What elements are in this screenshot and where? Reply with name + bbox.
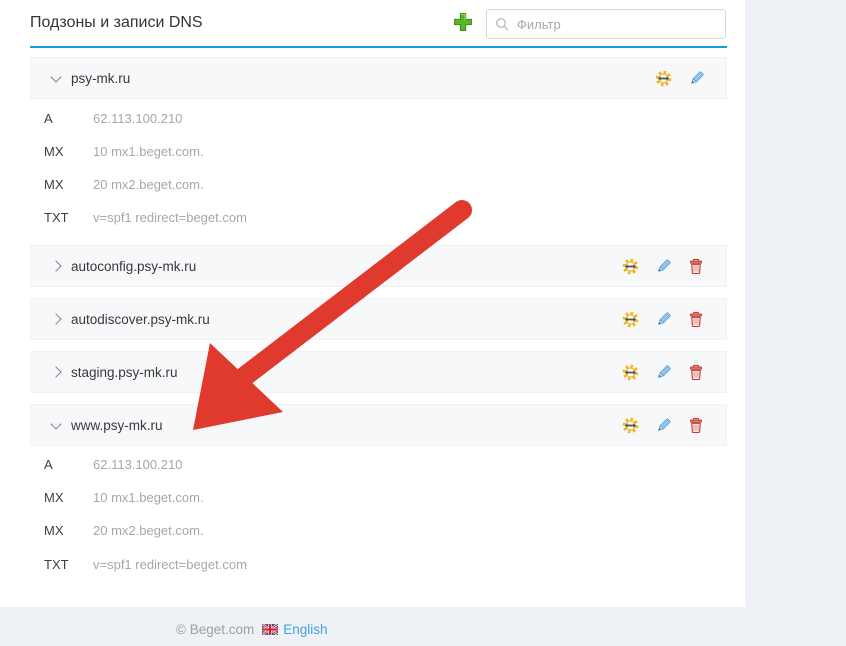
- pencil-icon[interactable]: [688, 70, 705, 87]
- record-type: MX: [44, 144, 93, 159]
- footer: [0, 607, 846, 646]
- chevron-right-icon: [50, 260, 61, 271]
- filter-box[interactable]: [486, 9, 726, 39]
- uk-flag-icon: [262, 624, 278, 635]
- trash-icon[interactable]: [688, 311, 705, 328]
- record-value: 20 mx2.beget.com.: [93, 523, 204, 538]
- record-value: 62.113.100.210: [93, 111, 182, 126]
- chevron-down-icon: [50, 418, 61, 429]
- zone-name: staging.psy-mk.ru: [71, 365, 178, 380]
- header-divider: [30, 46, 727, 48]
- plus-icon: [453, 12, 473, 32]
- zone-row-autodiscover[interactable]: autodiscover.psy-mk.ru: [30, 298, 727, 340]
- copyright-text: © Beget.com: [176, 622, 254, 637]
- zone-row-psy-mk-ru[interactable]: psy-mk.ru: [30, 57, 727, 99]
- dns-record-row: MX 10 mx1.beget.com.: [44, 487, 204, 507]
- zone-name: autodiscover.psy-mk.ru: [71, 312, 210, 327]
- record-type: A: [44, 457, 93, 472]
- pencil-icon[interactable]: [655, 364, 672, 381]
- chevron-right-icon: [50, 366, 61, 377]
- dns-record-row: MX 10 mx1.beget.com.: [44, 141, 204, 161]
- gear-icon[interactable]: [622, 311, 639, 328]
- gear-icon[interactable]: [622, 417, 639, 434]
- record-value: 62.113.100.210: [93, 457, 182, 472]
- page-title: Подзоны и записи DNS: [30, 14, 203, 32]
- zone-name: autoconfig.psy-mk.ru: [71, 259, 196, 274]
- zone-row-www[interactable]: www.psy-mk.ru: [30, 404, 727, 446]
- pencil-icon[interactable]: [655, 311, 672, 328]
- record-type: A: [44, 111, 93, 126]
- chevron-down-icon: [50, 71, 61, 82]
- zone-name: psy-mk.ru: [71, 71, 130, 86]
- trash-icon[interactable]: [688, 364, 705, 381]
- gear-icon[interactable]: [655, 70, 672, 87]
- gear-icon[interactable]: [622, 364, 639, 381]
- record-value: v=spf1 redirect=beget.com: [93, 557, 247, 572]
- language-label: English: [283, 622, 327, 637]
- dns-record-row: A 62.113.100.210: [44, 108, 182, 128]
- dns-record-row: MX 20 mx2.beget.com.: [44, 174, 204, 194]
- dns-record-row: TXT v=spf1 redirect=beget.com: [44, 554, 247, 574]
- record-value: 20 mx2.beget.com.: [93, 177, 204, 192]
- record-type: TXT: [44, 210, 93, 225]
- language-link[interactable]: English: [262, 622, 327, 637]
- search-icon: [495, 17, 509, 31]
- pencil-icon[interactable]: [655, 417, 672, 434]
- record-value: 10 mx1.beget.com.: [93, 144, 204, 159]
- trash-icon[interactable]: [688, 258, 705, 275]
- gear-icon[interactable]: [622, 258, 639, 275]
- record-value: v=spf1 redirect=beget.com: [93, 210, 247, 225]
- add-record-button[interactable]: [453, 12, 473, 32]
- record-type: TXT: [44, 557, 93, 572]
- filter-input[interactable]: [515, 16, 717, 33]
- dns-record-row: A 62.113.100.210: [44, 454, 182, 474]
- trash-icon[interactable]: [688, 417, 705, 434]
- zone-name: www.psy-mk.ru: [71, 418, 163, 433]
- record-value: 10 mx1.beget.com.: [93, 490, 204, 505]
- dns-record-row: MX 20 mx2.beget.com.: [44, 520, 204, 540]
- chevron-right-icon: [50, 313, 61, 324]
- zone-row-staging[interactable]: staging.psy-mk.ru: [30, 351, 727, 393]
- dns-record-row: TXT v=spf1 redirect=beget.com: [44, 207, 247, 227]
- footer-content: © Beget.com English: [176, 622, 328, 637]
- right-margin-panel: [745, 0, 846, 607]
- record-type: MX: [44, 177, 93, 192]
- record-type: MX: [44, 523, 93, 538]
- zone-row-autoconfig[interactable]: autoconfig.psy-mk.ru: [30, 245, 727, 287]
- record-type: MX: [44, 490, 93, 505]
- pencil-icon[interactable]: [655, 258, 672, 275]
